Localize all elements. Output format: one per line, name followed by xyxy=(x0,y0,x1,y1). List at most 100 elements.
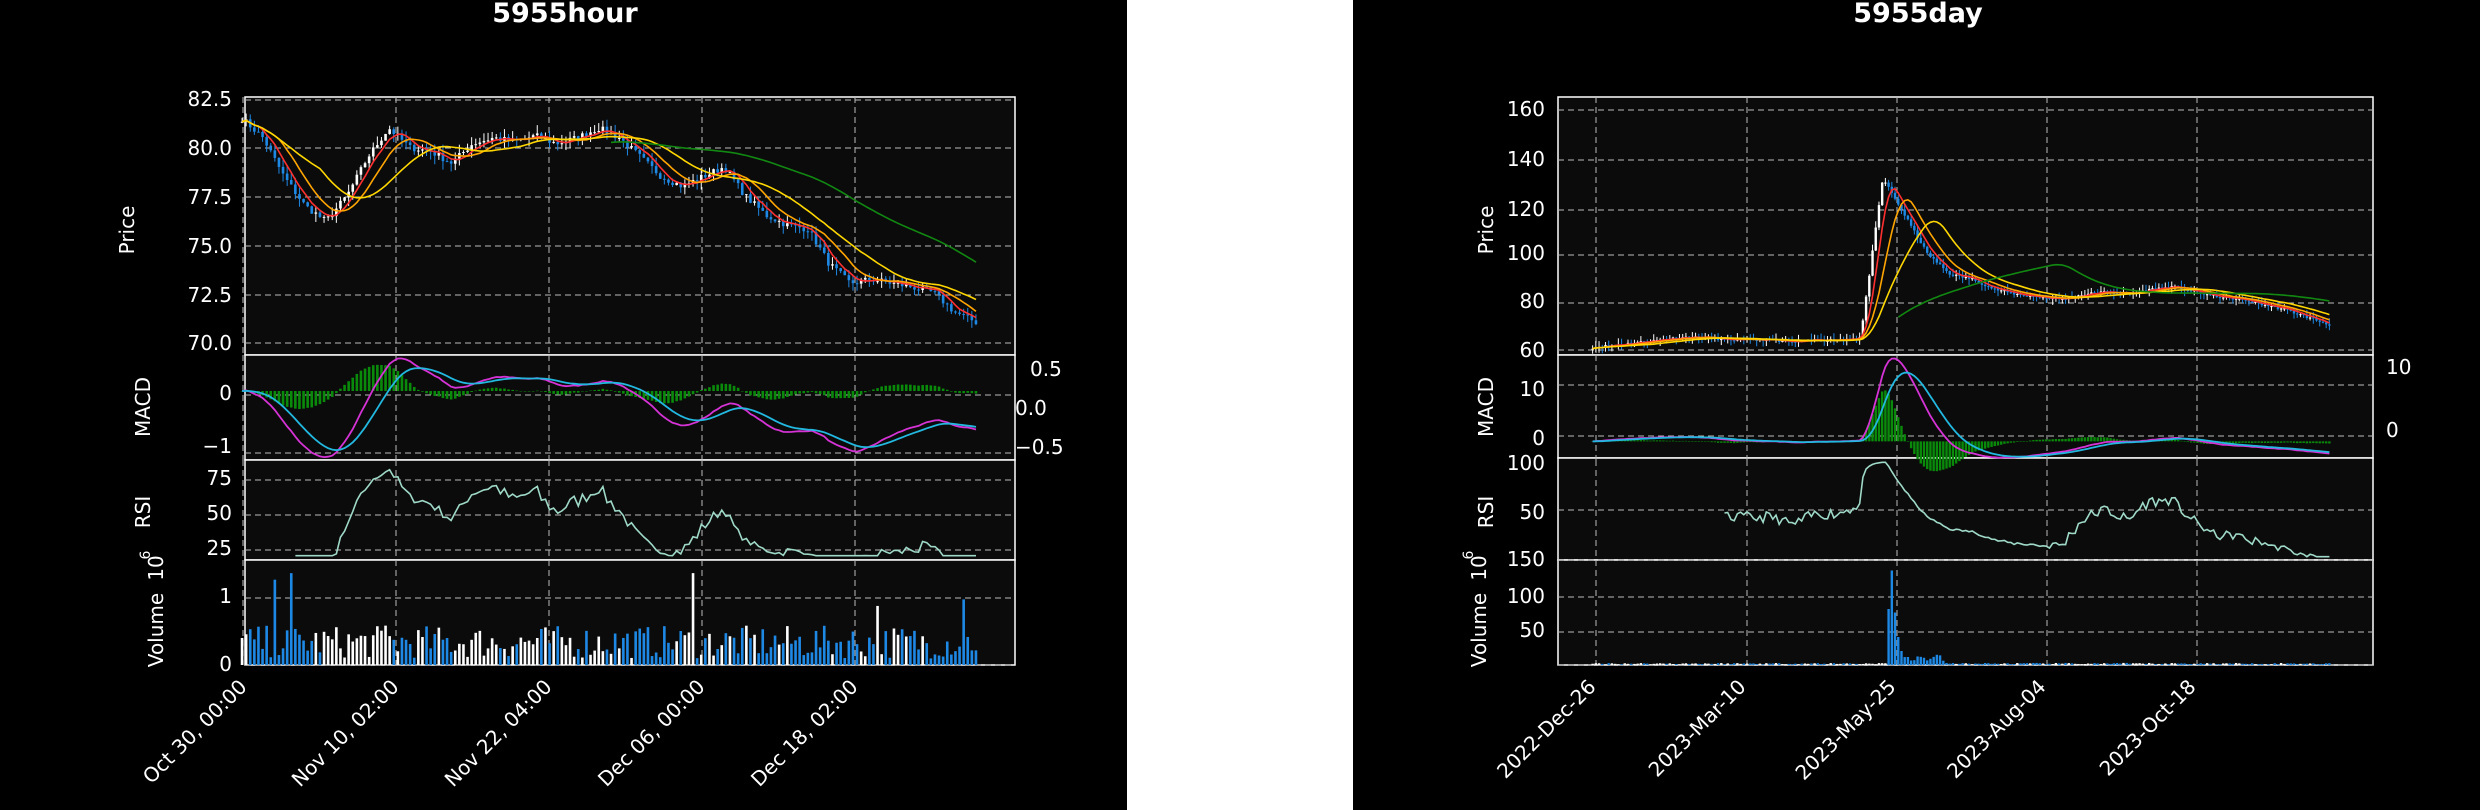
volume-bar xyxy=(248,629,252,665)
volume-bar xyxy=(814,630,818,665)
volume-bar xyxy=(2164,663,2167,665)
volume-bar xyxy=(2199,663,2202,665)
volume-bar xyxy=(2244,663,2247,665)
candle-body xyxy=(294,184,297,195)
macd-histogram-bar xyxy=(576,391,580,393)
macd-histogram-bar xyxy=(1900,425,1903,442)
volume-bar xyxy=(2231,663,2235,665)
volume-bar xyxy=(2289,663,2292,665)
volume-bar xyxy=(921,636,924,665)
macd-histogram-bar xyxy=(1636,440,1639,442)
volume-bar xyxy=(310,640,314,665)
macd-histogram-bar xyxy=(958,391,961,394)
volume-bar xyxy=(499,648,502,665)
volume-bar xyxy=(1990,663,1993,665)
volume-bar xyxy=(1951,663,1955,665)
candle-body xyxy=(1909,219,1913,226)
volume-bar xyxy=(1655,663,1659,665)
volume-bar xyxy=(531,644,535,665)
macd-right-tick: −0.5 xyxy=(1015,435,1064,459)
volume-bar xyxy=(478,630,482,665)
candle-body xyxy=(318,212,322,217)
macd-histogram-bar xyxy=(622,391,625,394)
volume-bar xyxy=(1636,663,1639,665)
macd-histogram-bar xyxy=(1935,441,1939,472)
macd-histogram-bar xyxy=(790,391,793,396)
volume-bar xyxy=(572,656,576,665)
macd-histogram-bar xyxy=(1742,441,1746,443)
macd-histogram-bar xyxy=(667,391,670,404)
hour-chart-figure: 5955hour 82.5 80.0 77.5 75.0 72.5 70.0 0… xyxy=(0,0,1127,810)
volume-bar xyxy=(937,655,941,665)
volume-bar xyxy=(486,648,490,665)
volume-bar xyxy=(1752,663,1755,665)
price-tick: 72.5 xyxy=(187,283,232,307)
candle-body xyxy=(1942,264,1945,269)
macd-histogram-bar xyxy=(363,368,367,391)
volume-bar xyxy=(1610,663,1614,665)
macd-histogram-bar xyxy=(691,391,695,395)
volume-bar xyxy=(929,658,933,665)
macd-histogram-bar xyxy=(1729,441,1733,444)
volume-bar xyxy=(540,628,543,665)
macd-histogram-bar xyxy=(802,391,806,394)
macd-histogram-bar xyxy=(556,391,560,395)
volume-bar xyxy=(2328,663,2331,665)
macd-histogram-bar xyxy=(827,391,830,398)
volume-bar xyxy=(2077,663,2080,665)
macd-histogram-bar xyxy=(2321,441,2325,444)
macd-histogram-bar xyxy=(2193,441,2196,443)
volume-bar xyxy=(294,628,297,665)
macd-histogram-bar xyxy=(2041,439,2045,442)
macd-histogram-bar xyxy=(1913,441,1916,454)
volume-bar xyxy=(630,657,633,665)
volume-bar xyxy=(609,653,613,665)
volume-bar xyxy=(675,641,678,665)
candle-body xyxy=(1887,182,1890,187)
macd-histogram-bar xyxy=(453,391,457,399)
macd-histogram-bar xyxy=(728,384,732,391)
volume-bar xyxy=(634,631,637,665)
volume-bar xyxy=(1871,663,1874,665)
macd-histogram-bar xyxy=(2035,439,2038,442)
volume-bar xyxy=(2025,663,2029,665)
volume-bar xyxy=(597,636,601,665)
macd-histogram-bar xyxy=(523,391,527,392)
volume-bar xyxy=(2041,663,2045,665)
volume-bar xyxy=(1675,664,1678,665)
candle-body xyxy=(753,201,756,203)
macd-histogram-bar xyxy=(613,391,617,392)
volume-bar xyxy=(1678,664,1681,665)
macd-histogram-bar xyxy=(1971,441,1974,453)
macd-histogram-bar xyxy=(2051,439,2054,442)
x-tick-label: Nov 10, 02:00 xyxy=(287,675,404,792)
volume-bar xyxy=(2045,664,2048,665)
volume-bar xyxy=(433,634,437,665)
candle-body xyxy=(1987,286,1990,288)
volume-bar xyxy=(2151,663,2154,665)
macd-histogram-bar xyxy=(1887,393,1890,442)
volume-bar xyxy=(421,637,424,665)
candle-body xyxy=(449,161,453,164)
volume-bar xyxy=(822,625,826,665)
volume-bar xyxy=(2112,663,2116,665)
volume-bar xyxy=(2205,663,2209,665)
macd-histogram-bar xyxy=(818,391,822,395)
volume-bar xyxy=(2202,663,2206,665)
macd-histogram-bar xyxy=(945,389,949,391)
macd-histogram-bar xyxy=(1655,440,1659,442)
candle-body xyxy=(2321,321,2325,323)
volume-bar xyxy=(1913,660,1916,665)
candle-body xyxy=(2222,297,2225,299)
macd-histogram-bar xyxy=(1700,441,1704,442)
candle-body xyxy=(2279,308,2283,310)
volume-bar xyxy=(2302,663,2305,665)
volume-bar xyxy=(831,654,834,665)
macd-histogram-bar xyxy=(1736,441,1739,443)
volume-bar xyxy=(564,645,568,665)
volume-bar xyxy=(2299,663,2302,665)
macd-histogram-bar xyxy=(581,391,584,392)
candle-body xyxy=(1903,209,1906,216)
macd-histogram-bar xyxy=(1687,441,1691,442)
candle-body xyxy=(552,141,555,143)
